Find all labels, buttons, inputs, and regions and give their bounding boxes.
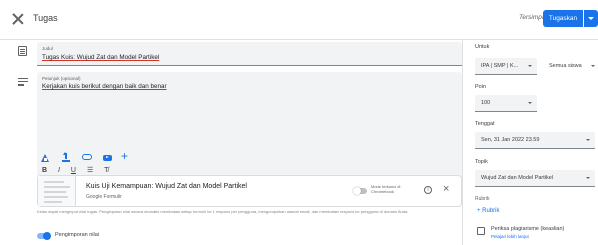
info-icon[interactable]: i (424, 186, 432, 194)
attachment-card[interactable]: Kuis Uji Kemampuan: Wujud Zat dan Model … (37, 175, 462, 207)
attachment-title[interactable]: Kuis Uji Kemampuan: Wujud Zat dan Model … (86, 183, 247, 190)
learn-more-link[interactable]: Pelajari lebih lanjut (491, 234, 529, 239)
due-date-select[interactable]: Sen, 31 Jan 2022 23.59 (475, 132, 595, 149)
due-label: Tenggat (475, 121, 495, 127)
bulleted-list-button[interactable]: ☰ (87, 166, 93, 174)
class-select-value: IPA | SMP | K... (481, 63, 519, 69)
points-select-value: 100 (481, 100, 491, 106)
add-icon[interactable]: + (121, 150, 128, 162)
underline-button[interactable]: U (71, 167, 76, 174)
topic-select[interactable]: Wujud Zat dan Model Partikel (475, 170, 595, 187)
close-icon[interactable] (12, 13, 24, 25)
due-date-value: Sen, 31 Jan 2022 23.59 (481, 137, 540, 143)
locked-mode-toggle[interactable] (353, 187, 367, 195)
add-rubric-button[interactable]: + Rubrik (477, 208, 500, 214)
instructions-field-value[interactable]: Kerjakan kuis berikut dengan baik dan be… (42, 83, 167, 90)
students-select[interactable]: Semua siswa (543, 58, 598, 75)
title-field-label: Judul (42, 46, 53, 51)
form-thumbnail (38, 176, 76, 206)
chevron-down-icon (586, 177, 590, 179)
topic-select-value: Wujud Zat dan Model Partikel (481, 175, 554, 181)
settings-sidebar: Untuk IPA | SMP | K... Semua siswa Poin … (462, 40, 598, 245)
remove-attachment-icon[interactable]: × (443, 183, 449, 195)
chevron-down-icon (591, 65, 595, 67)
class-select[interactable]: IPA | SMP | K... (475, 58, 537, 75)
assign-button[interactable]: Tugaskan (543, 10, 583, 27)
title-field-value[interactable]: Tugas Kuis: Wujud Zat dan Model Partikel (42, 54, 159, 61)
page-title: Tugas (33, 13, 58, 23)
chevron-down-icon (586, 139, 590, 141)
assignment-icon (18, 46, 27, 56)
instructions-field-label: Petunjuk (opsional) (42, 76, 81, 81)
rubric-label: Rubrik (475, 196, 490, 202)
upload-icon[interactable] (62, 152, 70, 162)
students-select-value: Semua siswa (549, 63, 582, 69)
plagiarism-checkbox[interactable] (477, 227, 485, 235)
points-select[interactable]: 100 (475, 95, 537, 112)
youtube-icon[interactable] (103, 155, 112, 161)
points-label: Poin (475, 84, 487, 90)
title-field[interactable]: Judul Tugas Kuis: Wujud Zat dan Model Pa… (37, 42, 462, 66)
grade-import-label: Pengimporan nilai (55, 232, 100, 238)
description-icon (18, 78, 28, 86)
google-drive-icon[interactable] (41, 154, 50, 162)
clear-format-button[interactable]: T̸ (104, 167, 108, 174)
attachment-subtitle: Google Formulir (86, 194, 122, 200)
topic-label: Topik (475, 159, 488, 165)
plagiarism-label: Periksa plagiarisme (keaslian) (491, 226, 565, 232)
chevron-down-icon (528, 102, 532, 104)
link-icon[interactable] (82, 154, 92, 160)
grade-import-notice: Kelas dapat menginput nilai tugas. Pengi… (37, 209, 409, 214)
grade-import-toggle[interactable] (37, 232, 51, 240)
assign-dropdown-button[interactable] (584, 10, 598, 27)
for-label: Untuk (475, 44, 490, 50)
top-bar: Tugas Tersimpan Tugaskan (0, 0, 598, 40)
italic-button[interactable]: I (58, 167, 60, 174)
chevron-down-icon (528, 65, 532, 67)
locked-mode-label: Mode terkunci di Chromebook (371, 184, 401, 194)
bold-button[interactable]: B (42, 167, 47, 174)
assignment-editor: Judul Tugas Kuis: Wujud Zat dan Model Pa… (0, 40, 462, 245)
